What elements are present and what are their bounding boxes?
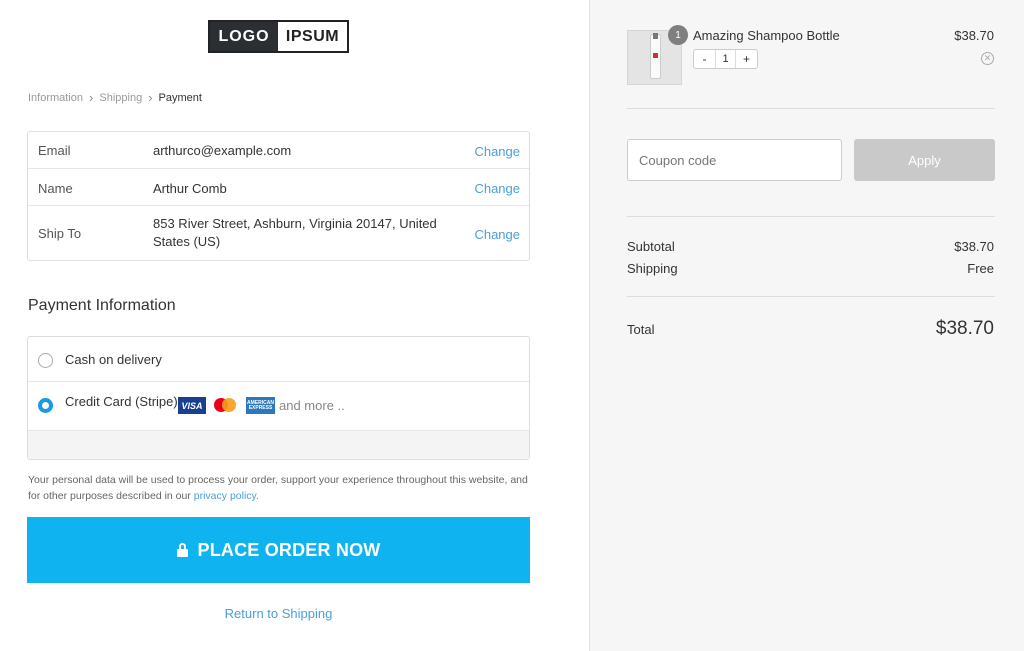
place-order-label: PLACE ORDER NOW xyxy=(197,539,381,560)
divider xyxy=(627,108,995,109)
shipping-value: Free xyxy=(967,261,994,276)
change-ship-to-link[interactable]: Change xyxy=(474,227,520,242)
payment-title: Payment Information xyxy=(28,297,176,314)
info-label: Ship To xyxy=(38,226,82,241)
product-name: Amazing Shampoo Bottle xyxy=(693,28,840,43)
logo-part-2: IPSUM xyxy=(285,27,340,45)
mastercard-icon xyxy=(214,398,236,413)
privacy-notice: Your personal data will be used to proce… xyxy=(28,472,528,504)
coupon-input[interactable] xyxy=(627,139,842,181)
increment-button[interactable]: + xyxy=(736,50,757,68)
more-cards-text: and more .. xyxy=(279,398,345,413)
logo-part-1: LOGO xyxy=(210,22,278,51)
total-label: Total xyxy=(627,322,655,337)
divider xyxy=(627,216,995,217)
decrement-button[interactable]: - xyxy=(694,50,715,68)
apply-coupon-button[interactable]: Apply xyxy=(854,139,995,181)
card-logos: VISA AMERICAN EXPRESS and more .. xyxy=(178,397,345,414)
customer-info-box: Email arthurco@example.com Change Name A… xyxy=(27,131,530,261)
privacy-text: Your personal data will be used to proce… xyxy=(28,474,528,502)
logo: LOGO IPSUM xyxy=(208,20,349,53)
shipping-label: Shipping xyxy=(627,261,678,276)
shampoo-bottle-icon xyxy=(650,33,661,79)
payment-option-cod[interactable]: Cash on delivery xyxy=(28,337,529,382)
place-order-button[interactable]: PLACE ORDER NOW xyxy=(27,517,530,583)
order-summary: 1 Amazing Shampoo Bottle $38.70 - 1 + ✕ … xyxy=(589,0,1024,651)
return-to-shipping-link[interactable]: Return to Shipping xyxy=(0,606,557,621)
breadcrumb: Information › Shipping › Payment xyxy=(28,90,202,105)
product-price: $38.70 xyxy=(954,28,994,43)
breadcrumb-information[interactable]: Information xyxy=(28,92,83,104)
privacy-policy-link[interactable]: privacy policy. xyxy=(194,490,259,502)
info-row-email: Email arthurco@example.com Change xyxy=(28,132,529,169)
subtotal-label: Subtotal xyxy=(627,239,675,254)
quantity-value[interactable]: 1 xyxy=(715,50,736,68)
checkout-main: LOGO IPSUM Information › Shipping › Paym… xyxy=(0,0,589,651)
chevron-right-icon: › xyxy=(148,90,153,105)
breadcrumb-shipping[interactable]: Shipping xyxy=(99,92,142,104)
breadcrumb-payment: Payment xyxy=(158,91,202,104)
chevron-right-icon: › xyxy=(89,90,94,105)
quantity-stepper: - 1 + xyxy=(693,49,758,69)
change-name-link[interactable]: Change xyxy=(474,181,520,196)
info-value: 853 River Street, Ashburn, Virginia 2014… xyxy=(153,216,437,249)
lock-icon xyxy=(176,543,188,557)
payment-details-area xyxy=(28,430,529,459)
info-row-name: Name Arthur Comb Change xyxy=(28,169,529,206)
amex-icon: AMERICAN EXPRESS xyxy=(246,397,275,414)
total-value: $38.70 xyxy=(935,318,994,339)
info-row-ship-to: Ship To 853 River Street, Ashburn, Virgi… xyxy=(28,206,529,260)
visa-icon: VISA xyxy=(178,397,206,414)
radio-cod[interactable] xyxy=(38,353,53,368)
subtotal-value: $38.70 xyxy=(954,239,994,254)
info-label: Email xyxy=(38,143,71,158)
info-value: arthurco@example.com xyxy=(153,143,292,158)
info-value: Arthur Comb xyxy=(153,181,227,196)
payment-option-label: Credit Card (Stripe) xyxy=(65,394,178,409)
payment-options: Cash on delivery Credit Card (Stripe) VI… xyxy=(27,336,530,460)
divider xyxy=(627,296,995,297)
payment-option-label: Cash on delivery xyxy=(65,352,162,367)
change-email-link[interactable]: Change xyxy=(474,144,520,159)
radio-stripe[interactable] xyxy=(38,398,53,413)
quantity-badge: 1 xyxy=(668,25,688,45)
remove-item-icon[interactable]: ✕ xyxy=(981,52,994,65)
info-label: Name xyxy=(38,181,73,196)
payment-option-stripe[interactable]: Credit Card (Stripe) VISA AMERICAN EXPRE… xyxy=(28,382,529,430)
